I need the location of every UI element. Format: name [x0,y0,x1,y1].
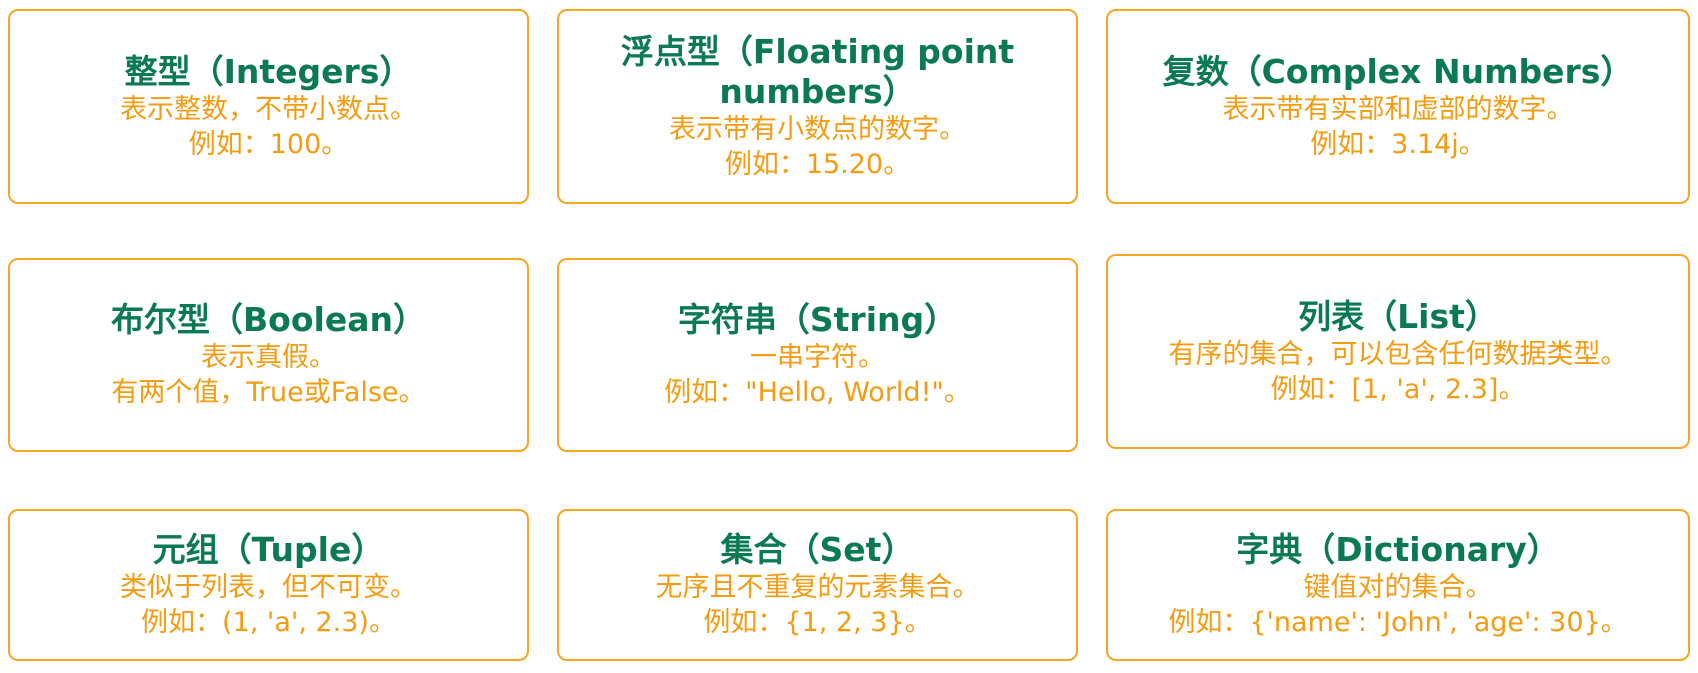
card-example: 例如：{'name': 'John', 'age': 30}。 [1168,607,1628,638]
card-description: 一串字符。 [750,342,885,373]
card-example: 例如："Hello, World!"。 [664,377,971,408]
card-set: 集合（Set） 无序且不重复的元素集合。 例如：{1, 2, 3}。 [557,509,1078,661]
card-description: 类似于列表，但不可变。 [120,572,417,603]
card-title: 元组（Tuple） [152,530,385,569]
card-list: 列表（List） 有序的集合，可以包含任何数据类型。 例如：[1, 'a', 2… [1106,254,1690,449]
card-example: 例如：{1, 2, 3}。 [703,607,932,638]
card-example: 例如：(1, 'a', 2.3)。 [141,607,396,638]
card-description: 无序且不重复的元素集合。 [655,572,980,603]
card-example: 有两个值，True或False。 [111,377,426,408]
card-description: 表示带有小数点的数字。 [669,113,966,145]
card-description: 表示真假。 [201,342,336,373]
card-description: 键值对的集合。 [1303,572,1493,603]
card-title: 字典（Dictionary） [1236,530,1560,569]
card-example: 例如：15.20。 [724,148,911,180]
card-title: 布尔型（Boolean） [111,300,426,339]
card-integers: 整型（Integers） 表示整数，不带小数点。 例如：100。 [8,9,529,204]
card-complex-numbers: 复数（Complex Numbers） 表示带有实部和虚部的数字。 例如：3.1… [1106,9,1690,204]
card-string: 字符串（String） 一串字符。 例如："Hello, World!"。 [557,258,1078,452]
card-title: 浮点型（Floating point numbers） [620,31,1015,111]
card-title: 复数（Complex Numbers） [1162,51,1634,91]
card-example: 例如：3.14j。 [1310,128,1486,160]
card-tuple: 元组（Tuple） 类似于列表，但不可变。 例如：(1, 'a', 2.3)。 [8,509,529,661]
card-example: 例如：[1, 'a', 2.3]。 [1270,373,1526,405]
card-title: 整型（Integers） [124,51,413,91]
card-boolean: 布尔型（Boolean） 表示真假。 有两个值，True或False。 [8,258,529,452]
card-title: 集合（Set） [720,530,915,569]
card-example: 例如：100。 [188,128,349,160]
card-floating-point: 浮点型（Floating point numbers） 表示带有小数点的数字。 … [557,9,1078,204]
card-description: 表示整数，不带小数点。 [120,93,417,125]
card-title: 字符串（String） [677,300,958,339]
card-description: 有序的集合，可以包含任何数据类型。 [1168,338,1628,370]
card-title: 列表（List） [1298,296,1498,336]
card-dictionary: 字典（Dictionary） 键值对的集合。 例如：{'name': 'John… [1106,509,1690,661]
card-description: 表示带有实部和虚部的数字。 [1222,93,1574,125]
